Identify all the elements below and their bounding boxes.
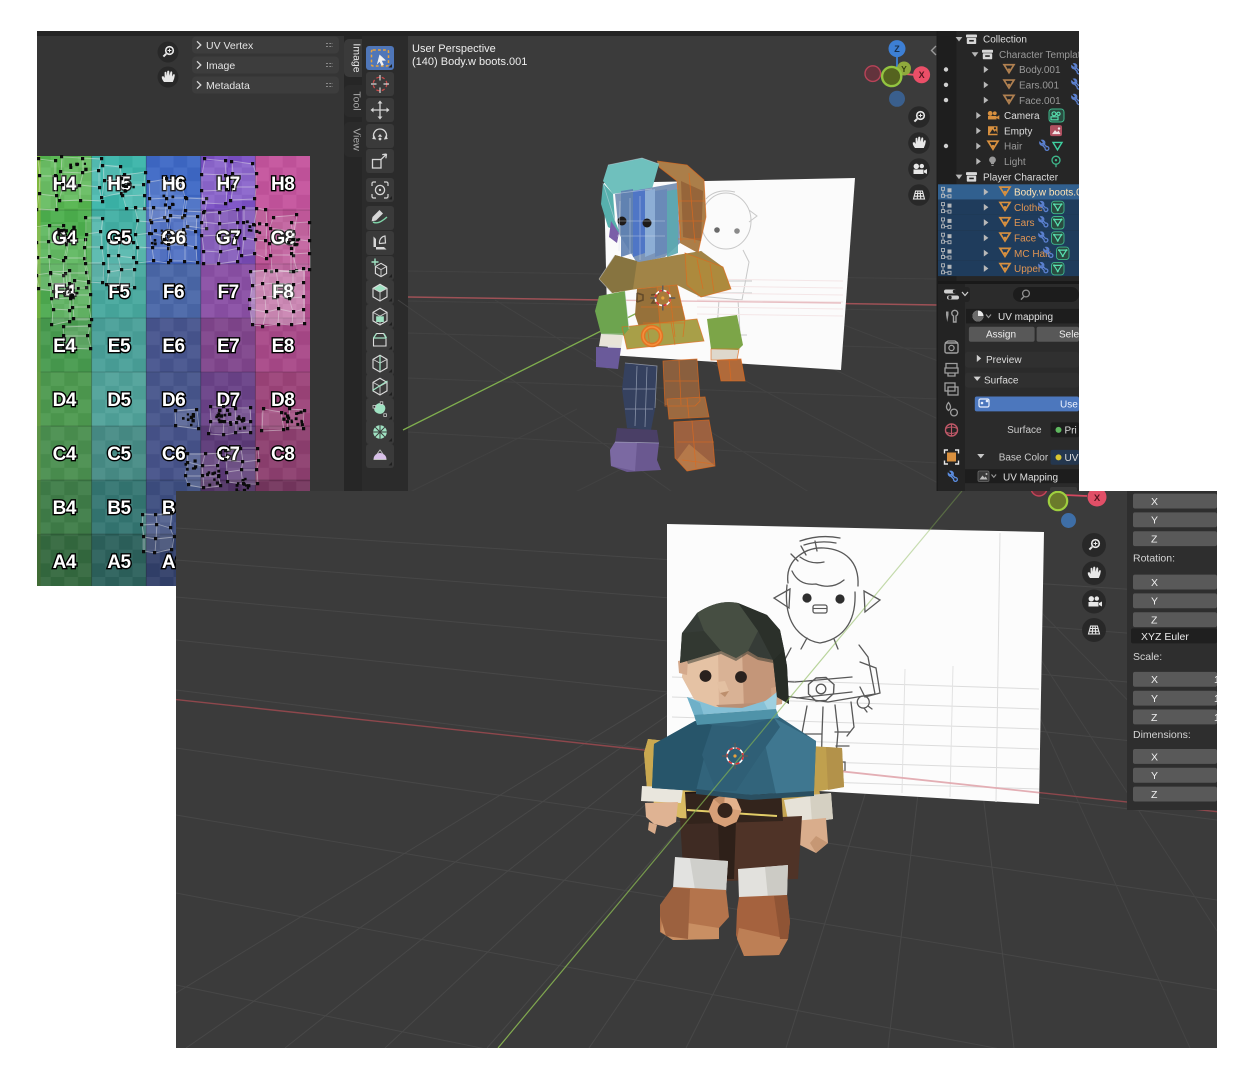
svg-text:Rotation:: Rotation: — [1133, 553, 1175, 565]
svg-text:Player Character: Player Character — [983, 172, 1059, 183]
svg-text:UV: UV — [1065, 453, 1079, 464]
svg-text:D5: D5 — [107, 390, 131, 411]
svg-text:Camera: Camera — [1004, 111, 1040, 122]
svg-text:XYZ Euler: XYZ Euler — [1141, 631, 1189, 643]
svg-text:X: X — [1151, 496, 1158, 508]
svg-text:C8: C8 — [271, 444, 294, 465]
svg-text:1: 1 — [1214, 693, 1217, 705]
svg-text:Use N: Use N — [1060, 399, 1079, 410]
svg-text:E7: E7 — [217, 336, 239, 357]
svg-text:D4: D4 — [53, 390, 77, 411]
svg-text:Z: Z — [1151, 712, 1158, 724]
svg-text:Collection: Collection — [983, 35, 1027, 46]
svg-text:Face.001: Face.001 — [1019, 96, 1061, 107]
svg-text:Y: Y — [1151, 515, 1158, 527]
svg-text:H8: H8 — [271, 174, 294, 195]
svg-text:Image: Image — [351, 43, 363, 72]
svg-text:Empty: Empty — [1004, 126, 1032, 137]
svg-text:C5: C5 — [107, 444, 131, 465]
svg-text:Surface: Surface — [1007, 425, 1042, 436]
svg-text:Metadata: Metadata — [206, 80, 250, 92]
svg-text:Z: Z — [1151, 789, 1158, 801]
svg-text:X: X — [1151, 674, 1158, 686]
svg-text:Body.001: Body.001 — [1019, 65, 1061, 76]
svg-text:Tool: Tool — [351, 91, 363, 110]
svg-text:Surface: Surface — [984, 376, 1019, 387]
svg-text:X: X — [1094, 493, 1101, 504]
svg-text:Y: Y — [1151, 770, 1158, 782]
svg-text:X: X — [1151, 751, 1158, 763]
svg-text:Y: Y — [1151, 596, 1158, 608]
svg-text:Z: Z — [894, 44, 900, 54]
svg-text:X: X — [1151, 577, 1158, 589]
svg-text:F6: F6 — [163, 282, 184, 303]
svg-text:Z: Z — [1151, 534, 1158, 546]
svg-text:View: View — [351, 128, 363, 151]
svg-text:Image: Image — [206, 60, 235, 72]
svg-text:Selec: Selec — [1059, 330, 1079, 341]
svg-text:D6: D6 — [162, 390, 185, 411]
svg-text:E6: E6 — [162, 336, 184, 357]
svg-text:A4: A4 — [53, 552, 77, 573]
svg-text:C4: C4 — [53, 444, 77, 465]
svg-text:Character Templat: Character Templat — [999, 50, 1079, 61]
svg-text:E5: E5 — [108, 336, 131, 357]
svg-text:(140) Body.w boots.001: (140) Body.w boots.001 — [412, 56, 527, 68]
svg-text:Face: Face — [1014, 233, 1037, 244]
svg-text:B5: B5 — [107, 498, 131, 519]
svg-text:UV mapping: UV mapping — [998, 312, 1053, 323]
svg-text:Ears: Ears — [1014, 218, 1035, 229]
svg-text:1: 1 — [1214, 674, 1217, 686]
svg-text:1: 1 — [1214, 712, 1217, 724]
svg-text:Z: Z — [1151, 615, 1158, 627]
svg-text:Y: Y — [1151, 693, 1158, 705]
svg-text:Assign: Assign — [986, 330, 1016, 341]
svg-text:Dimensions:: Dimensions: — [1133, 729, 1191, 741]
svg-text:A5: A5 — [107, 552, 131, 573]
svg-text:Pri: Pri — [1065, 425, 1077, 436]
svg-text:Y: Y — [901, 64, 907, 74]
svg-text:UV Mapping: UV Mapping — [1003, 473, 1058, 484]
svg-text:X: X — [919, 70, 925, 80]
svg-text:E8: E8 — [272, 336, 294, 357]
svg-text:F7: F7 — [218, 282, 239, 303]
svg-text:Body.w boots.001: Body.w boots.001 — [1014, 188, 1079, 199]
svg-text:Ears.001: Ears.001 — [1019, 80, 1059, 91]
svg-text:Light: Light — [1004, 157, 1026, 168]
svg-text:Scale:: Scale: — [1133, 651, 1162, 663]
svg-text:B4: B4 — [53, 498, 77, 519]
svg-text:Preview: Preview — [986, 355, 1022, 366]
svg-text:Upper: Upper — [1014, 264, 1042, 275]
svg-text:Base Color: Base Color — [999, 453, 1049, 464]
svg-text:C6: C6 — [162, 444, 185, 465]
svg-text:UV Vertex: UV Vertex — [206, 40, 254, 52]
svg-text:User Perspective: User Perspective — [412, 43, 496, 55]
svg-text:Hair: Hair — [1004, 142, 1023, 153]
